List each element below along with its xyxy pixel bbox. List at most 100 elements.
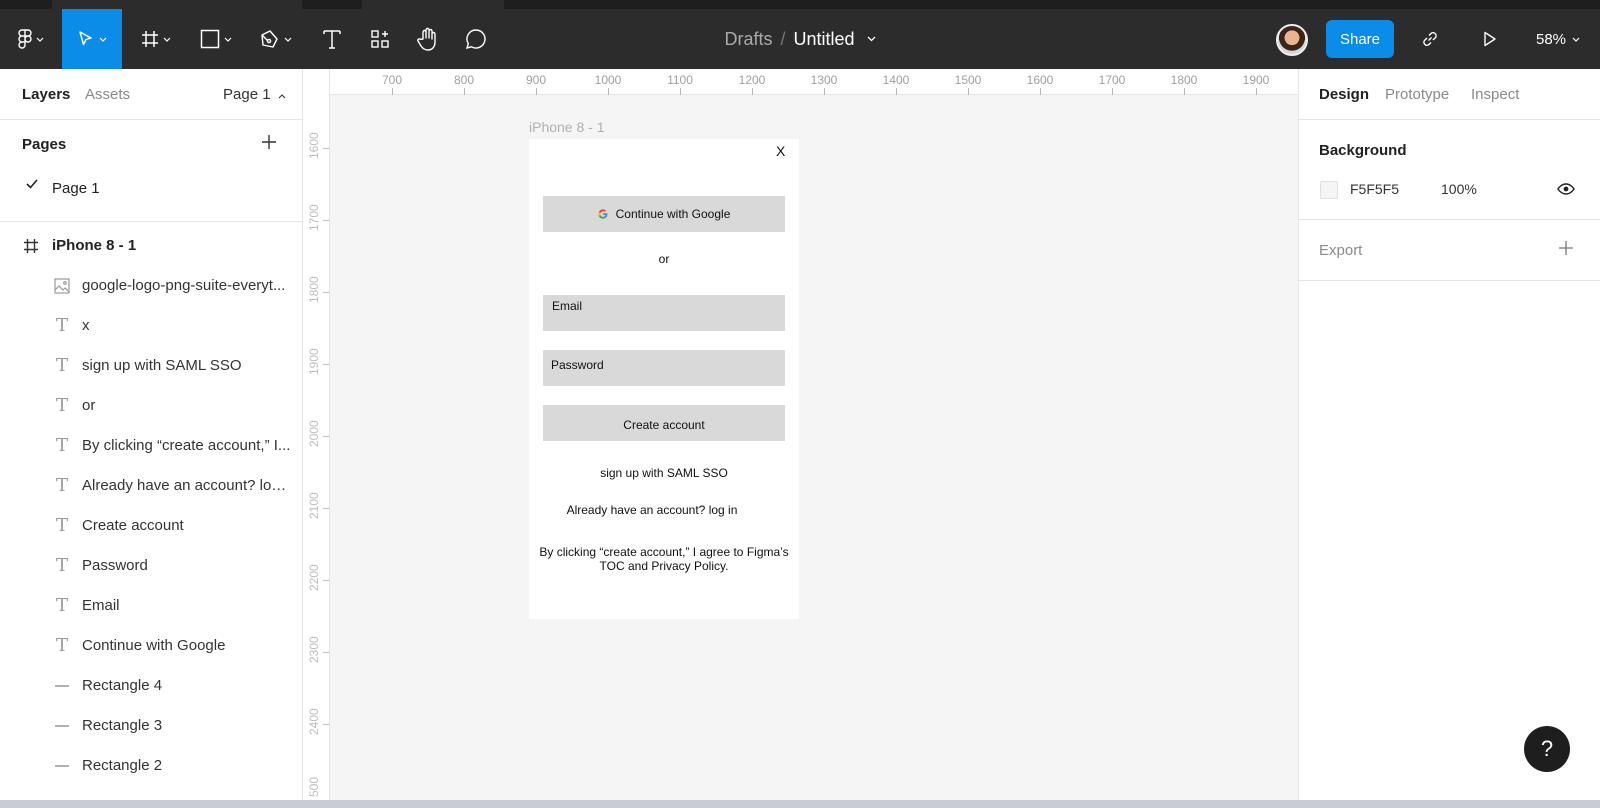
- right-panel-tabs: Design Prototype Inspect: [1299, 69, 1600, 119]
- or-text: or: [658, 252, 670, 266]
- page-item-page-1[interactable]: Page 1: [0, 169, 302, 209]
- layer-label: Continue with Google: [82, 637, 226, 654]
- text-tool-button[interactable]: [312, 9, 352, 69]
- copy-link-button[interactable]: [1410, 9, 1450, 69]
- layer-label: google-logo-png-suite-everyt...: [82, 277, 286, 294]
- ruler-tick: [752, 88, 753, 95]
- layer-row[interactable]: T x: [0, 306, 302, 346]
- text-icon: T: [55, 315, 68, 336]
- pen-tool-button[interactable]: [252, 9, 300, 69]
- design-canvas[interactable]: 700 800 900 1000 1100 1200 1300 1400 150…: [304, 69, 1298, 800]
- user-avatar[interactable]: [1276, 24, 1308, 56]
- page-item-label: Page 1: [52, 180, 100, 197]
- add-page-plus-icon[interactable]: [261, 134, 277, 150]
- help-button[interactable]: ?: [1524, 726, 1570, 772]
- tab-layers[interactable]: Layers: [22, 86, 70, 103]
- ruler-tick-label: 1900: [307, 348, 321, 375]
- pen-nib-icon: [261, 30, 278, 48]
- ruler-tick-label: 1300: [810, 73, 838, 87]
- figma-app: Drafts / Untitled Share 58% Layers Asset…: [0, 0, 1600, 800]
- layer-row[interactable]: T By clicking “create account,” I...: [0, 426, 302, 466]
- tab-assets[interactable]: Assets: [85, 86, 130, 103]
- hand-icon: [417, 27, 436, 51]
- background-opacity-input[interactable]: 100%: [1441, 181, 1477, 197]
- password-label: Password: [551, 358, 604, 372]
- comment-tool-button[interactable]: [456, 9, 496, 69]
- toolbar: Drafts / Untitled Share 58%: [0, 9, 1600, 69]
- resources-tool-button[interactable]: [360, 9, 400, 69]
- layer-row[interactable]: T Email: [0, 586, 302, 626]
- add-export-plus-icon[interactable]: [1558, 240, 1574, 256]
- layer-label: Create account: [82, 517, 184, 534]
- layer-row[interactable]: T Create account: [0, 506, 302, 546]
- ruler-tick: [464, 88, 465, 95]
- layer-row[interactable]: T Continue with Google: [0, 626, 302, 666]
- ruler-tick: [323, 652, 330, 653]
- comment-bubble-icon: [465, 29, 486, 50]
- tab-inspect[interactable]: Inspect: [1471, 86, 1519, 103]
- rectangle-icon: [53, 757, 71, 775]
- frame-tool-button[interactable]: [132, 9, 180, 69]
- ruler-tick: [608, 88, 609, 95]
- layer-row[interactable]: T Already have an account? log in: [0, 466, 302, 506]
- text-icon: T: [55, 435, 68, 456]
- text-t-icon: [323, 30, 341, 49]
- background-hex-input[interactable]: F5F5F5: [1350, 181, 1399, 197]
- layer-label: iPhone 8 - 1: [52, 237, 137, 254]
- present-button[interactable]: [1470, 9, 1510, 69]
- main-menu-button[interactable]: [8, 9, 54, 69]
- share-button[interactable]: Share: [1326, 20, 1394, 58]
- divider: [0, 221, 302, 222]
- ruler-tick: [323, 364, 330, 365]
- layer-row[interactable]: Rectangle 4: [0, 666, 302, 706]
- file-name[interactable]: Untitled: [794, 29, 855, 50]
- frame-name-label[interactable]: iPhone 8 - 1: [529, 119, 605, 135]
- layer-row[interactable]: Rectangle 2: [0, 746, 302, 786]
- background-heading: Background: [1319, 142, 1407, 159]
- layer-row[interactable]: T or: [0, 386, 302, 426]
- ruler-tick: [1112, 88, 1113, 95]
- page-selector[interactable]: Page 1: [223, 86, 286, 103]
- layer-label: or: [82, 397, 96, 414]
- layer-row[interactable]: T sign up with SAML SSO: [0, 346, 302, 386]
- layer-label: Email: [82, 597, 120, 614]
- layer-frame-iphone-8-1[interactable]: iPhone 8 - 1: [0, 226, 302, 266]
- ruler-tick-label: 800: [453, 73, 475, 87]
- cursor-arrow-icon: [79, 31, 92, 46]
- text-icon: T: [55, 355, 68, 376]
- ruler-tick-label: 1600: [307, 132, 321, 159]
- ruler-tick: [323, 436, 330, 437]
- tab-prototype[interactable]: Prototype: [1385, 86, 1449, 103]
- ruler-tick-label: 900: [525, 73, 547, 87]
- ruler-tick: [323, 724, 330, 725]
- chevron-down-icon[interactable]: [867, 36, 876, 42]
- login-text: Already have an account? log in: [566, 503, 738, 517]
- tab-design[interactable]: Design: [1319, 86, 1369, 103]
- iphone-frame[interactable]: X Continue with Google or Email Password…: [529, 139, 799, 619]
- export-heading: Export: [1319, 242, 1363, 259]
- eye-icon[interactable]: [1557, 180, 1575, 198]
- figma-logo-icon: [18, 29, 32, 49]
- layer-row[interactable]: Rectangle 3: [0, 706, 302, 746]
- ruler-tick-label: 2100: [307, 492, 321, 519]
- background-color-swatch[interactable]: [1320, 181, 1338, 199]
- move-tool-button[interactable]: [62, 9, 122, 69]
- ruler-tick-label: 1200: [738, 73, 766, 87]
- zoom-menu[interactable]: 58%: [1536, 9, 1580, 69]
- shape-tool-button[interactable]: [192, 9, 240, 69]
- google-button-content: Continue with Google: [543, 196, 785, 232]
- breadcrumb-drafts[interactable]: Drafts: [724, 29, 772, 50]
- close-x-text[interactable]: X: [776, 143, 785, 159]
- ruler-tick-label: 2200: [307, 564, 321, 591]
- browser-tab-strip: [0, 0, 1600, 9]
- layer-row[interactable]: google-logo-png-suite-everyt...: [0, 266, 302, 306]
- layer-row[interactable]: T Password: [0, 546, 302, 586]
- ruler-tick: [896, 88, 897, 95]
- chevron-down-icon: [284, 37, 292, 42]
- layers-panel: Layers Assets Page 1 Pages Page 1 iPhone…: [0, 69, 303, 800]
- ruler-tick-label: 500: [307, 776, 321, 797]
- ruler-tick: [536, 88, 537, 95]
- hand-tool-button[interactable]: [408, 9, 448, 69]
- checkmark-icon: [26, 179, 38, 189]
